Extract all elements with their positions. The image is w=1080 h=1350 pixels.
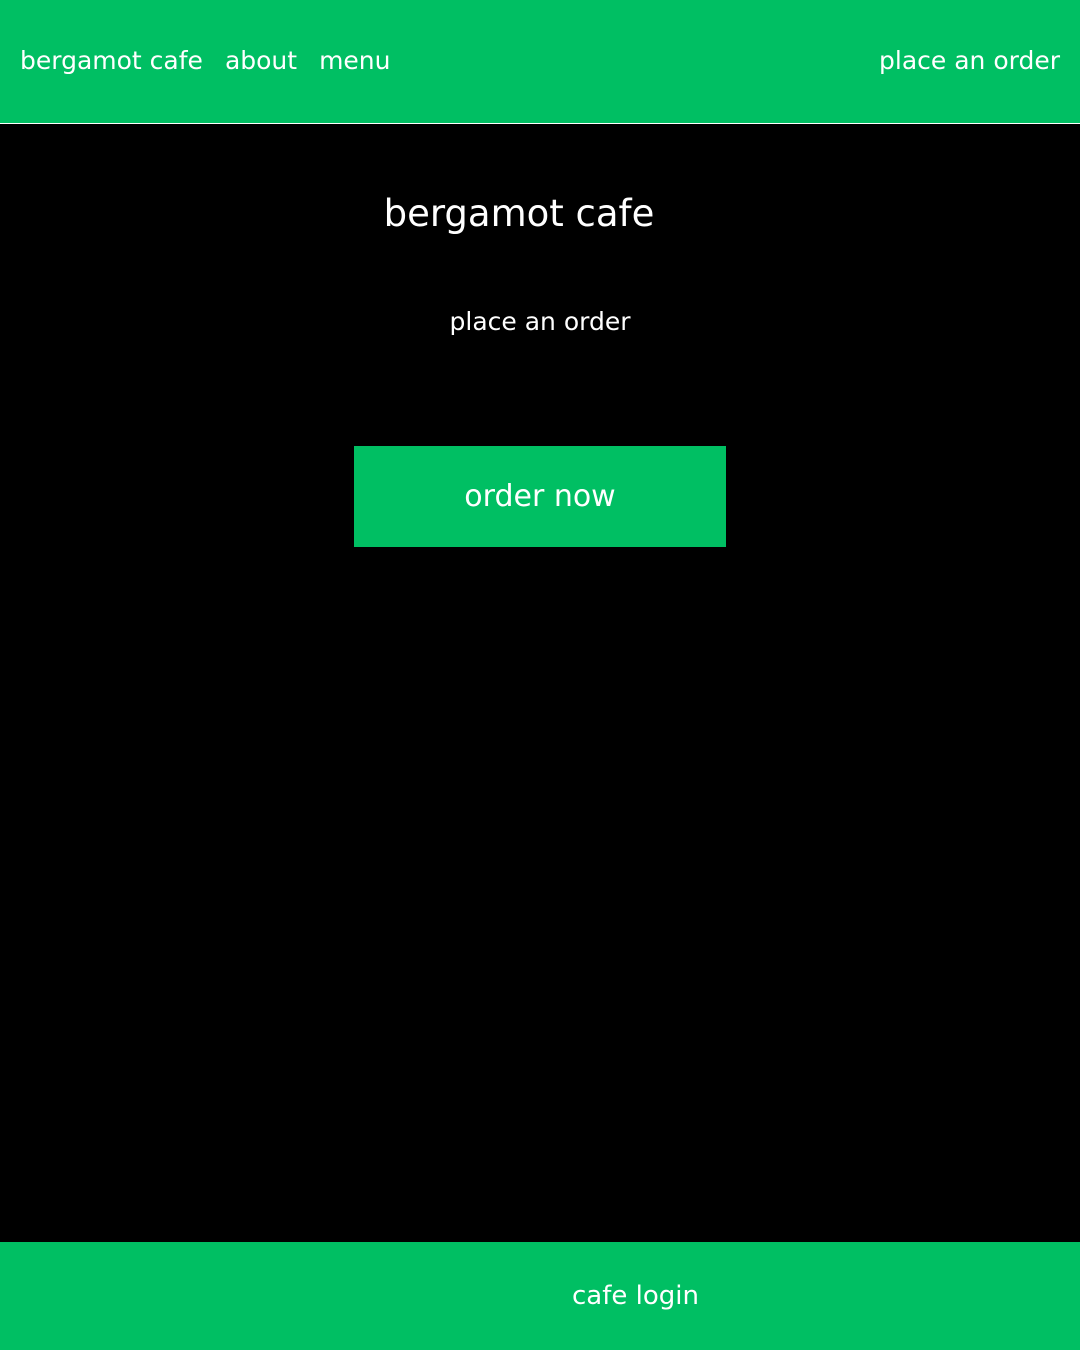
nav-link-about[interactable]: about [225, 44, 297, 78]
footer-bar: cafe login [0, 1242, 1080, 1350]
order-now-button[interactable]: order now [354, 446, 726, 547]
primary-nav: bergamot cafe about menu [20, 44, 391, 78]
nav-link-place-order[interactable]: place an order [879, 44, 1060, 78]
nav-link-menu[interactable]: menu [319, 44, 390, 78]
top-navigation-bar: bergamot cafe about menu place an order [0, 0, 1080, 124]
page-title: bergamot cafe [383, 192, 655, 235]
nav-link-home[interactable]: bergamot cafe [20, 44, 203, 78]
page-subtitle: place an order [449, 307, 631, 336]
cafe-login-link[interactable]: cafe login [572, 1279, 699, 1313]
